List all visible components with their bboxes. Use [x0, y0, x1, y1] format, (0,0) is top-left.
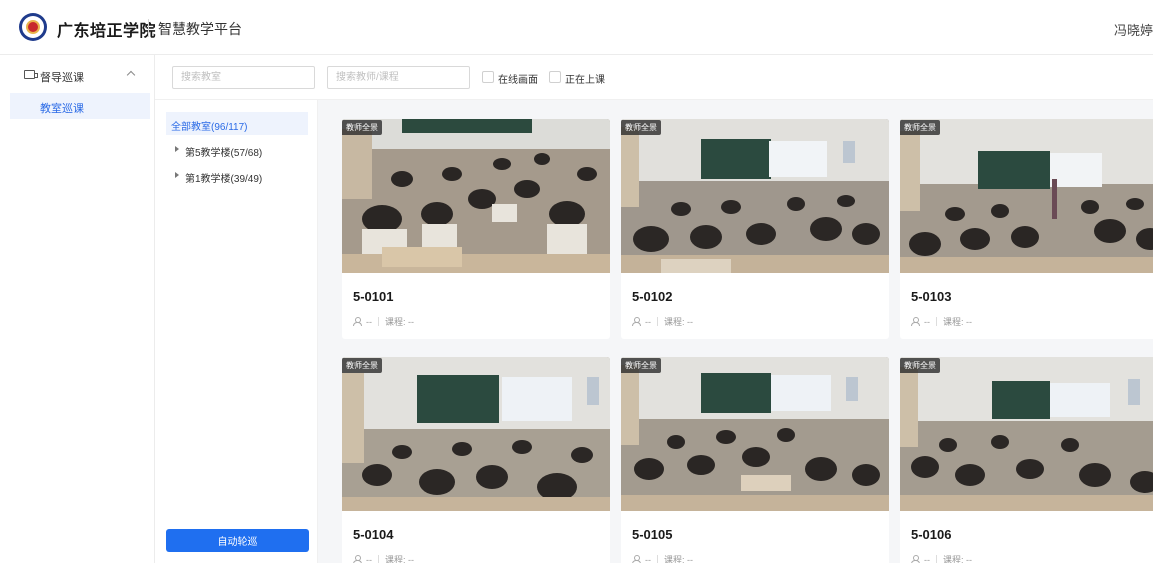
classroom-card[interactable]: 教师全景 5-0105 -- 课程: --	[621, 357, 889, 563]
top-header: 广东培正学院 智慧教学平台 冯晓婷	[0, 0, 1153, 55]
room-number: 5-0105	[632, 527, 673, 542]
sidebar-group-supervision[interactable]: 督导巡课	[0, 65, 155, 89]
card-meta: -- 课程: --	[632, 553, 693, 563]
room-number: 5-0102	[632, 289, 673, 304]
classroom-card[interactable]: 教师全景 5-0104 -- 课程: --	[342, 357, 610, 563]
teacher-name: --	[366, 316, 372, 327]
room-number: 5-0104	[353, 527, 394, 542]
camera-view-tag: 教师全景	[621, 358, 661, 373]
sidebar-group-label: 督导巡课	[40, 72, 84, 84]
chevron-up-icon	[126, 70, 136, 80]
classroom-camera-image[interactable]: 教师全景	[621, 357, 889, 511]
course-name: 课程: --	[385, 317, 414, 327]
classroom-card[interactable]: 教师全景 5-0102 -- 课程: --	[621, 119, 889, 339]
room-number: 5-0106	[911, 527, 952, 542]
platform-name: 智慧教学平台	[158, 21, 242, 37]
card-meta: -- 课程: --	[353, 315, 414, 328]
tree-node-label: 第1教学楼(39/49)	[185, 174, 263, 185]
course-name: 课程: --	[943, 555, 972, 563]
person-icon	[353, 317, 362, 326]
in-class-checkbox[interactable]	[549, 71, 561, 83]
card-meta: -- 课程: --	[911, 315, 972, 328]
tree-all-label: 全部教室(96/117)	[171, 122, 248, 133]
person-icon	[632, 317, 641, 326]
building-tree: 全部教室(96/117) 第5教学楼(57/68) 第1教学楼(39/49) 自…	[155, 100, 318, 563]
tree-all-classrooms[interactable]: 全部教室(96/117)	[166, 112, 308, 135]
classroom-camera-image[interactable]: 教师全景	[900, 357, 1153, 511]
classroom-card[interactable]: 教师全景 5-0106 -- 课程: --	[900, 357, 1153, 563]
monitor-icon	[24, 70, 38, 79]
tree-node-building-1[interactable]: 第1教学楼(39/49)	[166, 166, 308, 186]
sidebar: 督导巡课 教室巡课	[0, 55, 155, 563]
teacher-name: --	[924, 554, 930, 563]
classroom-camera-image[interactable]: 教师全景	[621, 119, 889, 273]
room-number: 5-0103	[911, 289, 952, 304]
person-icon	[353, 555, 362, 563]
course-name: 课程: --	[943, 317, 972, 327]
camera-view-tag: 教师全景	[621, 120, 661, 135]
caret-right-icon[interactable]	[175, 172, 179, 178]
header-divider	[148, 19, 149, 37]
sidebar-item-label: 教室巡课	[40, 103, 84, 115]
person-icon	[911, 555, 920, 563]
tree-node-label: 第5教学楼(57/68)	[185, 148, 263, 159]
person-icon	[911, 317, 920, 326]
course-name: 课程: --	[385, 555, 414, 563]
camera-grid: 教师全景 5-0101 -- 课程: -- 教师全景 5-0102 -- 课程:…	[318, 100, 1153, 563]
room-number: 5-0101	[353, 289, 394, 304]
card-meta: -- 课程: --	[353, 553, 414, 563]
teacher-name: --	[924, 316, 930, 327]
in-class-label: 正在上课	[565, 75, 605, 86]
classroom-camera-image[interactable]: 教师全景	[342, 119, 610, 273]
classroom-card[interactable]: 教师全景 5-0101 -- 课程: --	[342, 119, 610, 339]
camera-view-tag: 教师全景	[342, 358, 382, 373]
auto-patrol-button[interactable]: 自动轮巡	[166, 529, 309, 552]
classroom-camera-image[interactable]: 教师全景	[342, 357, 610, 511]
sidebar-item-classroom-patrol[interactable]: 教室巡课	[10, 93, 150, 119]
caret-right-icon[interactable]	[175, 146, 179, 152]
classroom-card[interactable]: 教师全景 5-0103 -- 课程: --	[900, 119, 1153, 339]
card-meta: -- 课程: --	[632, 315, 693, 328]
card-meta: -- 课程: --	[911, 553, 972, 563]
online-view-label: 在线画面	[498, 75, 538, 86]
camera-view-tag: 教师全景	[900, 358, 940, 373]
teacher-name: --	[645, 554, 651, 563]
online-view-checkbox[interactable]	[482, 71, 494, 83]
filter-bar: 在线画面 正在上课	[155, 55, 1153, 100]
classroom-search-input[interactable]	[172, 66, 315, 89]
camera-view-tag: 教师全景	[900, 120, 940, 135]
person-icon	[632, 555, 641, 563]
school-name: 广东培正学院	[57, 23, 157, 40]
school-logo-icon	[19, 13, 47, 41]
user-name[interactable]: 冯晓婷	[1114, 20, 1153, 39]
tree-node-building-5[interactable]: 第5教学楼(57/68)	[166, 140, 308, 160]
course-name: 课程: --	[664, 555, 693, 563]
teacher-course-search-input[interactable]	[327, 66, 470, 89]
teacher-name: --	[645, 316, 651, 327]
classroom-camera-image[interactable]: 教师全景	[900, 119, 1153, 273]
course-name: 课程: --	[664, 317, 693, 327]
teacher-name: --	[366, 554, 372, 563]
camera-view-tag: 教师全景	[342, 120, 382, 135]
